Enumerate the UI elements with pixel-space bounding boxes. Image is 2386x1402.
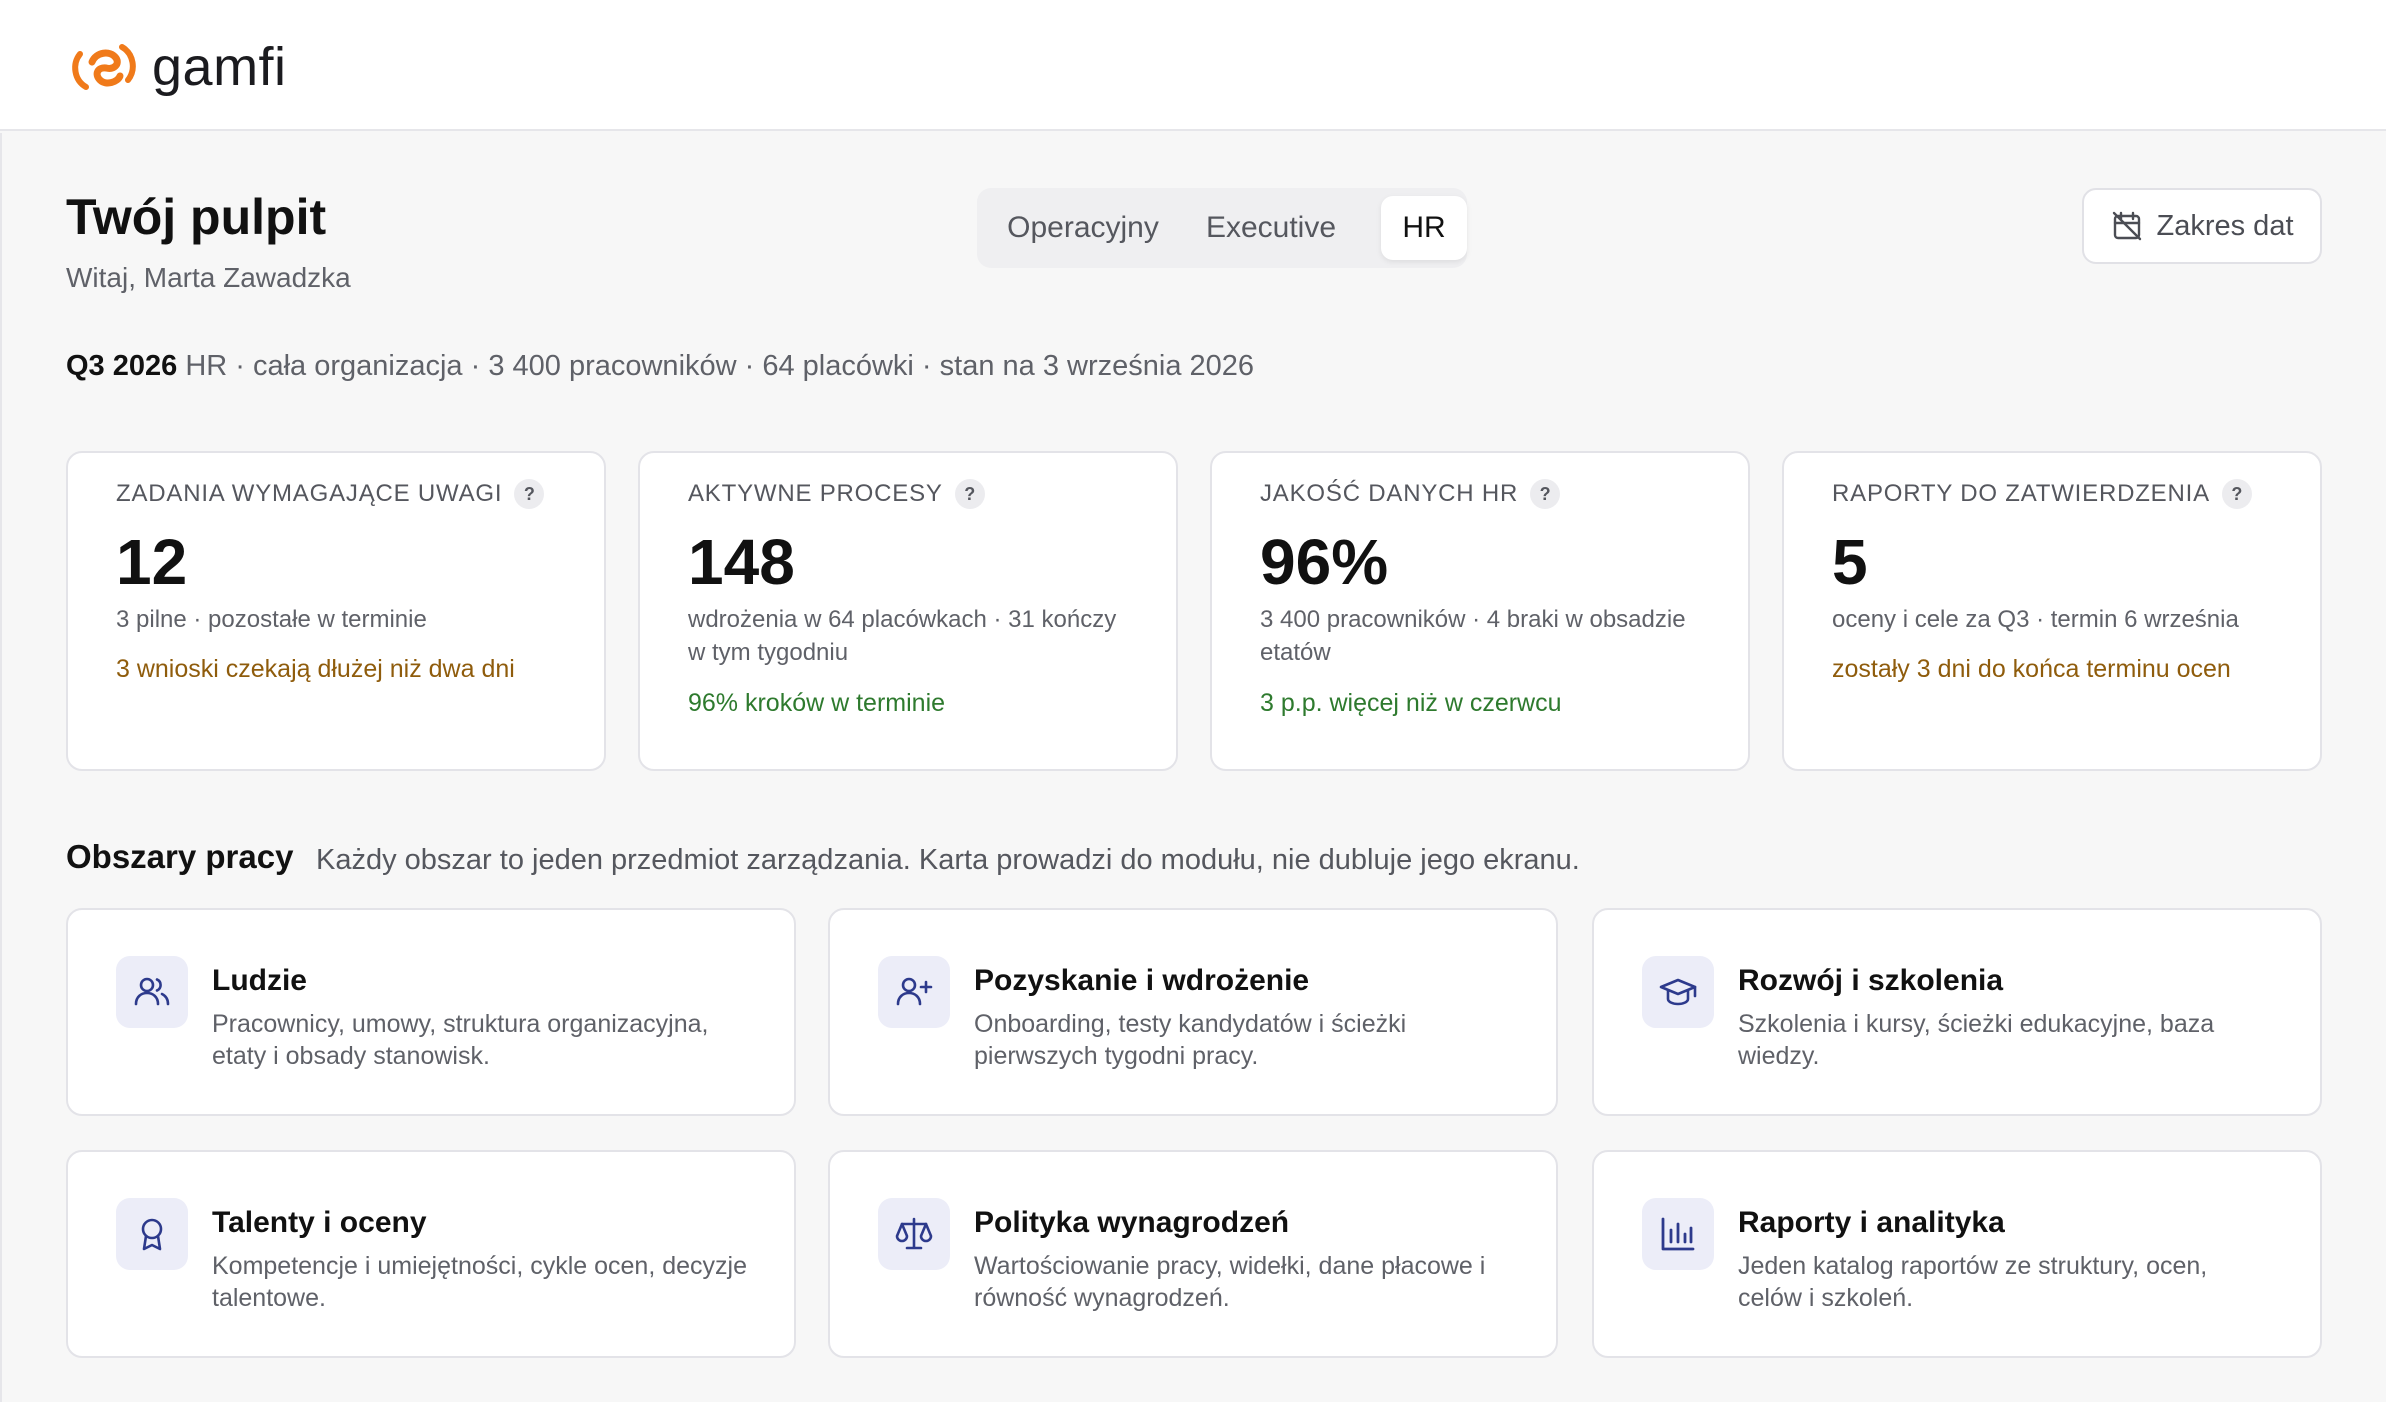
- work-areas-title: Obszary pracy: [66, 838, 294, 875]
- card-description: Kompetencje i umiejętności, cykle ocen, …: [212, 1252, 747, 1312]
- card-title: Rozwój i szkolenia: [1738, 964, 2004, 997]
- help-icon[interactable]: ?: [2221, 479, 2252, 509]
- kpi-note: 96% kroków w terminie: [688, 689, 946, 717]
- kpi-value: 96%: [1260, 526, 1389, 598]
- card-description: Jeden katalog raportów ze struktury, oce…: [1738, 1252, 2208, 1312]
- brand-name: gamfi: [152, 37, 287, 97]
- kpi-subtext: 3 pilne · pozostałe w terminie: [116, 606, 427, 633]
- card-title: Ludzie: [212, 964, 307, 997]
- tab-executive[interactable]: Executive: [1181, 196, 1361, 260]
- kpi-note: 3 wnioski czekają dłużej niż dwa dni: [116, 655, 515, 683]
- work-area-card-ludzie[interactable]: Ludzie Pracownicy, umowy, struktura orga…: [66, 908, 796, 1116]
- kpi-value: 12: [116, 526, 188, 598]
- top-bar: gamfi: [0, 0, 2386, 131]
- kpi-label: JAKOŚĆ DANYCH HR: [1260, 480, 1519, 507]
- users-icon: [134, 977, 170, 1006]
- card-title: Pozyskanie i wdrożenie: [974, 964, 1310, 997]
- help-icon[interactable]: ?: [1530, 479, 1561, 509]
- page-title: Twój pulpit: [66, 189, 327, 245]
- kpi-subtext: 3 400 pracowników · 4 braki w obsadzie e…: [1260, 606, 1686, 666]
- user-plus-icon: [896, 977, 933, 1006]
- work-area-card-development-training[interactable]: Rozwój i szkolenia Szkolenia i kursy, śc…: [1592, 908, 2322, 1116]
- kpi-card-tasks[interactable]: ZADANIA WYMAGAJĄCE UWAGI? 12 3 pilne · p…: [66, 451, 606, 771]
- dashboard-view-tabs: Operacyjny Executive HR: [977, 188, 1467, 268]
- work-areas-description: Każdy obszar to jeden przedmiot zarządza…: [316, 844, 1580, 876]
- award-icon: [141, 1218, 163, 1251]
- context-period: Q3 2026: [66, 350, 178, 382]
- work-area-card-compensation-policy[interactable]: Polityka wynagrodzeń Wartościowanie prac…: [828, 1150, 1558, 1358]
- kpi-label: RAPORTY DO ZATWIERDZENIA: [1832, 480, 2210, 507]
- tab-operacyjny[interactable]: Operacyjny: [993, 196, 1173, 260]
- work-area-card-recruitment-onboarding[interactable]: Pozyskanie i wdrożenie Onboarding, testy…: [828, 908, 1558, 1116]
- logo[interactable]: gamfi: [70, 36, 287, 98]
- kpi-label: AKTYWNE PROCESY: [688, 480, 943, 507]
- card-title: Talenty i oceny: [212, 1206, 427, 1239]
- scale-icon: [895, 1217, 933, 1250]
- kpi-label: ZADANIA WYMAGAJĄCE UWAGI: [116, 480, 503, 507]
- kpi-subtext: wdrożenia w 64 placówkach · 31 kończy w …: [688, 606, 1117, 666]
- kpi-subtext: oceny i cele za Q3 · termin 6 września: [1832, 606, 2239, 633]
- calendar-off-icon: [2112, 211, 2141, 241]
- kpi-note: zostały 3 dni do końca terminu ocen: [1832, 655, 2231, 683]
- card-description: Pracownicy, umowy, struktura organizacyj…: [212, 1010, 709, 1070]
- card-description: Wartościowanie pracy, widełki, dane płac…: [974, 1252, 1486, 1312]
- kpi-value: 5: [1832, 526, 1868, 598]
- tab-hr[interactable]: HR: [1381, 196, 1467, 260]
- kpi-card-hr-data-quality[interactable]: JAKOŚĆ DANYCH HR? 96% 3 400 pracowników …: [1210, 451, 1750, 771]
- card-title: Raporty i analityka: [1738, 1206, 2005, 1239]
- graduation-cap-icon: [1659, 978, 1697, 1006]
- card-description: Szkolenia i kursy, ścieżki edukacyjne, b…: [1738, 1010, 2215, 1070]
- card-title: Polityka wynagrodzeń: [974, 1206, 1290, 1239]
- context-details: HR · cała organizacja · 3 400 pracownikó…: [177, 350, 1255, 382]
- kpi-value: 148: [688, 526, 795, 598]
- work-area-card-talents-reviews[interactable]: Talenty i oceny Kompetencje i umiejętnoś…: [66, 1150, 796, 1358]
- kpi-note: 3 p.p. więcej niż w czerwcu: [1260, 689, 1562, 717]
- date-range-button[interactable]: Zakres dat: [2082, 188, 2322, 264]
- kpi-card-reports-approval[interactable]: RAPORTY DO ZATWIERDZENIA? 5 oceny i cele…: [1782, 451, 2322, 771]
- help-icon[interactable]: ?: [514, 479, 545, 509]
- context-line: Q3 2026 HR · cała organizacja · 3 400 pr…: [66, 350, 1254, 383]
- help-icon[interactable]: ?: [954, 479, 985, 509]
- bar-chart-icon: [1661, 1217, 1695, 1251]
- card-description: Onboarding, testy kandydatów i ścieżki p…: [974, 1010, 1407, 1070]
- work-area-card-reports-analytics[interactable]: Raporty i analityka Jeden katalog raport…: [1592, 1150, 2322, 1358]
- gamfi-logo-icon: [72, 44, 136, 90]
- date-range-label: Zakres dat: [2156, 209, 2294, 242]
- kpi-card-active-processes[interactable]: AKTYWNE PROCESY? 148 wdrożenia w 64 plac…: [638, 451, 1178, 771]
- welcome-text: Witaj, Marta Zawadzka: [66, 262, 351, 293]
